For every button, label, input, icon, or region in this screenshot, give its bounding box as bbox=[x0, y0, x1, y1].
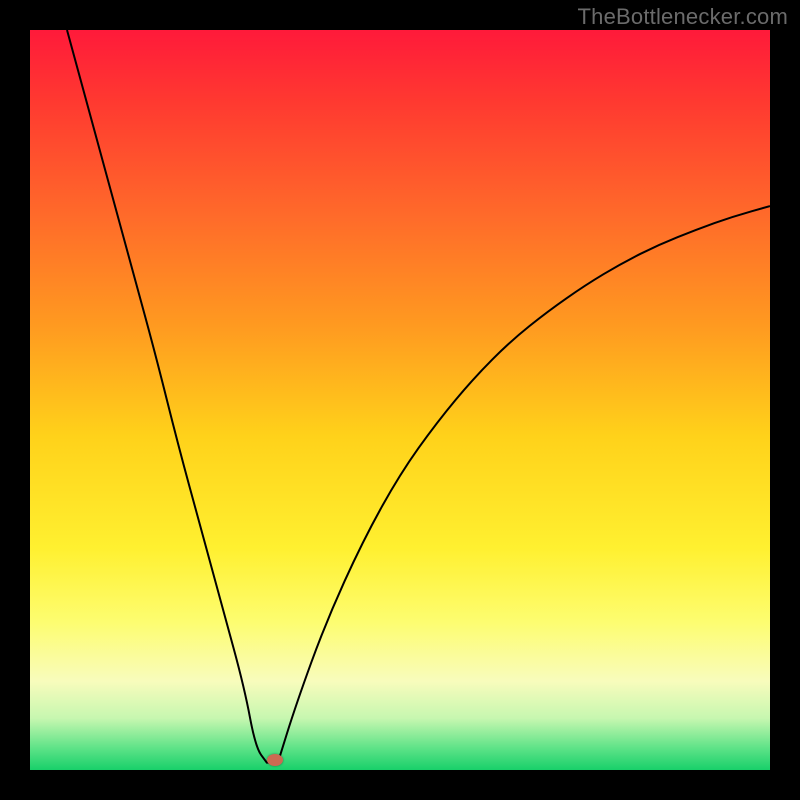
chart-frame: TheBottlenecker.com bbox=[0, 0, 800, 800]
minimum-marker bbox=[267, 754, 283, 766]
plot-area bbox=[30, 30, 770, 770]
watermark-text: TheBottlenecker.com bbox=[578, 4, 788, 30]
